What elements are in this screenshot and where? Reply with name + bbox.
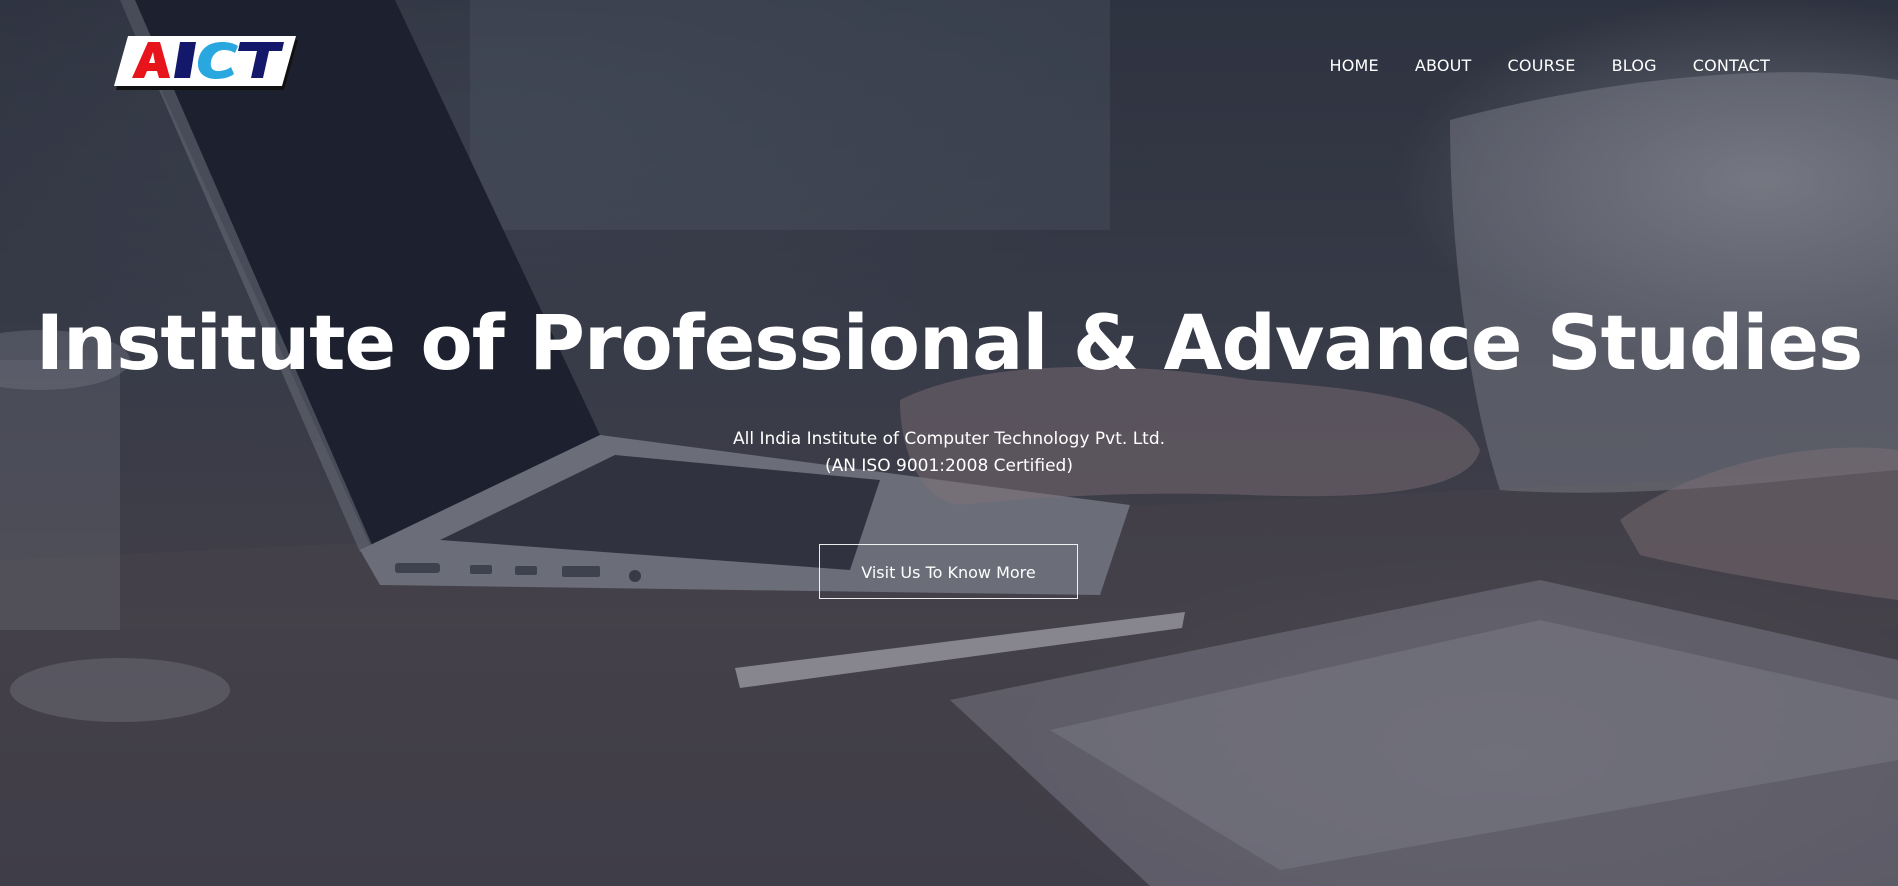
nav-contact[interactable]: CONTACT [1693, 54, 1770, 78]
nav-course[interactable]: COURSE [1508, 54, 1576, 78]
main-navigation: HOME ABOUT COURSE BLOG CONTACT [1329, 54, 1770, 78]
hero-subtitle-company: All India Institute of Computer Technolo… [732, 429, 1166, 449]
hero-title: Institute of Professional & Advance Stud… [35, 298, 1864, 387]
visit-us-button[interactable]: Visit Us To Know More [819, 544, 1078, 599]
hero-subtitle-certification: (AN ISO 9001:2008 Certified) [825, 456, 1073, 476]
aict-logo-image [114, 36, 298, 90]
nav-home[interactable]: HOME [1329, 54, 1378, 78]
hero-section: HOME ABOUT COURSE BLOG CONTACT Institute… [0, 0, 1898, 886]
nav-blog[interactable]: BLOG [1612, 54, 1657, 78]
nav-about[interactable]: ABOUT [1415, 54, 1472, 78]
aict-logo[interactable] [114, 34, 298, 90]
